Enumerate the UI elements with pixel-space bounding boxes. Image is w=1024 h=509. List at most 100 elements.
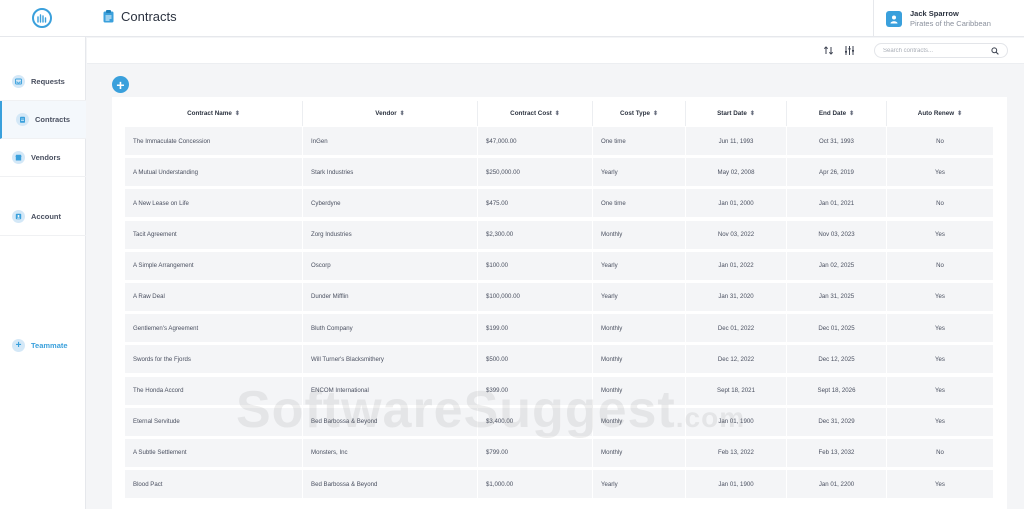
sidebar-item-label: Contracts	[35, 115, 71, 124]
cell-vendor: Cyberdyne	[303, 189, 478, 218]
cell-vendor: ENCOM International	[303, 376, 478, 405]
cell-contract-cost: $199.00	[478, 314, 593, 343]
sort-icon: ⬍	[399, 110, 405, 117]
cell-cost-type: Monthly	[593, 407, 686, 436]
table-row[interactable]: The Immaculate Concession InGen $47,000.00…	[125, 127, 993, 155]
cell-auto-renew: No	[936, 199, 944, 207]
cell-vendor: Oscorp	[303, 251, 478, 280]
sort-arrows-icon[interactable]	[823, 45, 834, 56]
column-header-contract-cost[interactable]: Contract Cost ⬍	[478, 101, 593, 126]
table-row[interactable]: A Simple Arrangement Oscorp $100.00 Yearly J…	[125, 251, 993, 280]
cell-end-date: Apr 26, 2019	[787, 158, 887, 187]
cell-auto-renew: Yes	[935, 293, 945, 301]
sidebar-item-requests[interactable]: Requests	[0, 63, 86, 101]
table-row[interactable]: Eternal Servitude Bed Barbossa & Beyond $3…	[125, 407, 993, 436]
cell-cost-type: One time	[593, 189, 686, 218]
sidebar-item-contracts[interactable]: Contracts	[0, 101, 86, 139]
column-header-end-date[interactable]: End Date ⬍	[787, 101, 887, 126]
table-toolbar	[87, 38, 1024, 64]
user-org: Pirates of the Caribbean	[910, 18, 991, 28]
app-logo-icon[interactable]	[32, 8, 52, 28]
cell-auto-renew: No	[936, 262, 944, 270]
table-row[interactable]: A New Lease on Life Cyberdyne $475.00 One t…	[125, 189, 993, 218]
cell-cost-type: Monthly	[593, 314, 686, 343]
cell-end-date: Dec 31, 2029	[787, 407, 887, 436]
cell-auto-renew: Yes	[935, 387, 945, 394]
cell-start-date: May 02, 2008	[686, 158, 787, 187]
cell-vendor: Zorg Industries	[303, 220, 478, 249]
cell-end-date: Jan 02, 2025	[787, 251, 887, 280]
column-header-cost-type[interactable]: Cost Type ⬍	[593, 101, 686, 126]
cell-end-date: Jan 31, 2025	[787, 282, 887, 311]
cell-cost-type: Monthly	[593, 220, 686, 249]
user-menu[interactable]: Jack Sparrow Pirates of the Caribbean	[873, 0, 1024, 37]
cell-vendor: InGen	[303, 127, 478, 155]
cell-start-date: Dec 12, 2022	[686, 345, 787, 374]
cell-contract-cost: $47,000.00	[478, 127, 593, 155]
table-row[interactable]: Blood Pact Bed Barbossa & Beyond $1,000.00…	[125, 470, 993, 499]
table-row[interactable]: A Subtle Settlement Monsters, Inc $799.00 M…	[125, 438, 993, 467]
cell-end-date: Dec 01, 2025	[787, 314, 887, 343]
search-input[interactable]	[883, 46, 983, 56]
table-row[interactable]: Swords for the Fjords Will Turner's Black…	[125, 345, 993, 374]
cell-start-date: Jan 01, 2022	[686, 251, 787, 280]
user-info: Jack Sparrow Pirates of the Caribbean	[910, 9, 991, 29]
cell-cost-type: Monthly	[593, 438, 686, 467]
page-title: Contracts	[121, 9, 177, 24]
cell-vendor: Will Turner's Blacksmithery	[303, 345, 478, 374]
cell-contract-cost: $2,300.00	[478, 220, 593, 249]
column-header-auto-renew[interactable]: Auto Renew ⬍	[887, 101, 993, 126]
cell-auto-renew: No	[936, 137, 944, 145]
cell-vendor: Bed Barbossa & Beyond	[303, 407, 478, 436]
cell-end-date: Sept 18, 2026	[787, 376, 887, 405]
sidebar-item-label: Requests	[31, 77, 65, 86]
column-header-contract-name[interactable]: Contract Name ⬍	[125, 101, 303, 126]
filter-sliders-icon[interactable]	[844, 45, 855, 56]
cell-contract-name: Blood Pact	[125, 470, 303, 499]
cell-auto-renew: Yes	[935, 355, 945, 363]
cell-auto-renew: Yes	[935, 480, 945, 488]
cell-vendor: Dunder Mifflin	[303, 282, 478, 311]
search-icon[interactable]	[991, 47, 999, 55]
table-header: Contract Name ⬍ Vendor ⬍ Contract Cost ⬍ Co…	[125, 101, 993, 126]
clipboard-icon	[103, 10, 114, 23]
table-row[interactable]: Tacit Agreement Zorg Industries $2,300.00 M…	[125, 220, 993, 249]
cell-contract-cost: $475.00	[478, 189, 593, 218]
sidebar-item-vendors[interactable]: Vendors	[0, 139, 86, 177]
cell-auto-renew: Yes	[935, 231, 945, 239]
cell-end-date: Oct 31, 1993	[787, 127, 887, 155]
cell-contract-name: Tacit Agreement	[125, 220, 303, 249]
sort-icon: ⬍	[749, 110, 755, 117]
plus-icon: +	[12, 339, 25, 352]
cell-contract-cost: $500.00	[478, 345, 593, 374]
cell-auto-renew: Yes	[935, 168, 945, 176]
add-contract-button[interactable]: +	[112, 76, 129, 93]
table-row[interactable]: Gentlemen's Agreement Bluth Company $199.0…	[125, 314, 993, 343]
cell-contract-cost: $3,400.00	[478, 407, 593, 436]
column-header-vendor[interactable]: Vendor ⬍	[303, 101, 478, 126]
sort-icon: ⬍	[652, 110, 658, 117]
sort-icon: ⬍	[234, 110, 240, 117]
column-header-start-date[interactable]: Start Date ⬍	[686, 101, 787, 126]
cell-auto-renew: No	[936, 449, 944, 457]
plus-icon: +	[116, 76, 125, 93]
cell-vendor: Bluth Company	[303, 314, 478, 343]
table-row[interactable]: A Mutual Understanding Stark Industries $2…	[125, 158, 993, 187]
cell-start-date: Jan 01, 2000	[686, 189, 787, 218]
inbox-icon	[12, 75, 25, 88]
add-teammate-button[interactable]: + Teammate	[12, 339, 68, 352]
user-name: Jack Sparrow	[910, 8, 959, 18]
cell-contract-cost: $399.00	[478, 376, 593, 405]
sort-icon: ⬍	[849, 110, 855, 117]
clipboard-icon	[16, 113, 29, 126]
cell-contract-name: A Raw Deal	[125, 282, 303, 311]
search-box	[874, 43, 1008, 58]
cell-contract-cost: $250,000.00	[478, 158, 593, 187]
top-header: Contracts Jack Sparrow Pirates of the Ca…	[0, 0, 1024, 37]
table-row[interactable]: The Honda Accord ENCOM International $399.…	[125, 376, 993, 405]
cell-end-date: Dec 12, 2025	[787, 345, 887, 374]
cell-vendor: Monsters, Inc	[303, 438, 478, 467]
sidebar-item-account[interactable]: Account	[0, 198, 86, 236]
cell-vendor: Stark Industries	[303, 158, 478, 187]
table-row[interactable]: A Raw Deal Dunder Mifflin $100,000.00 Yearl…	[125, 282, 993, 311]
